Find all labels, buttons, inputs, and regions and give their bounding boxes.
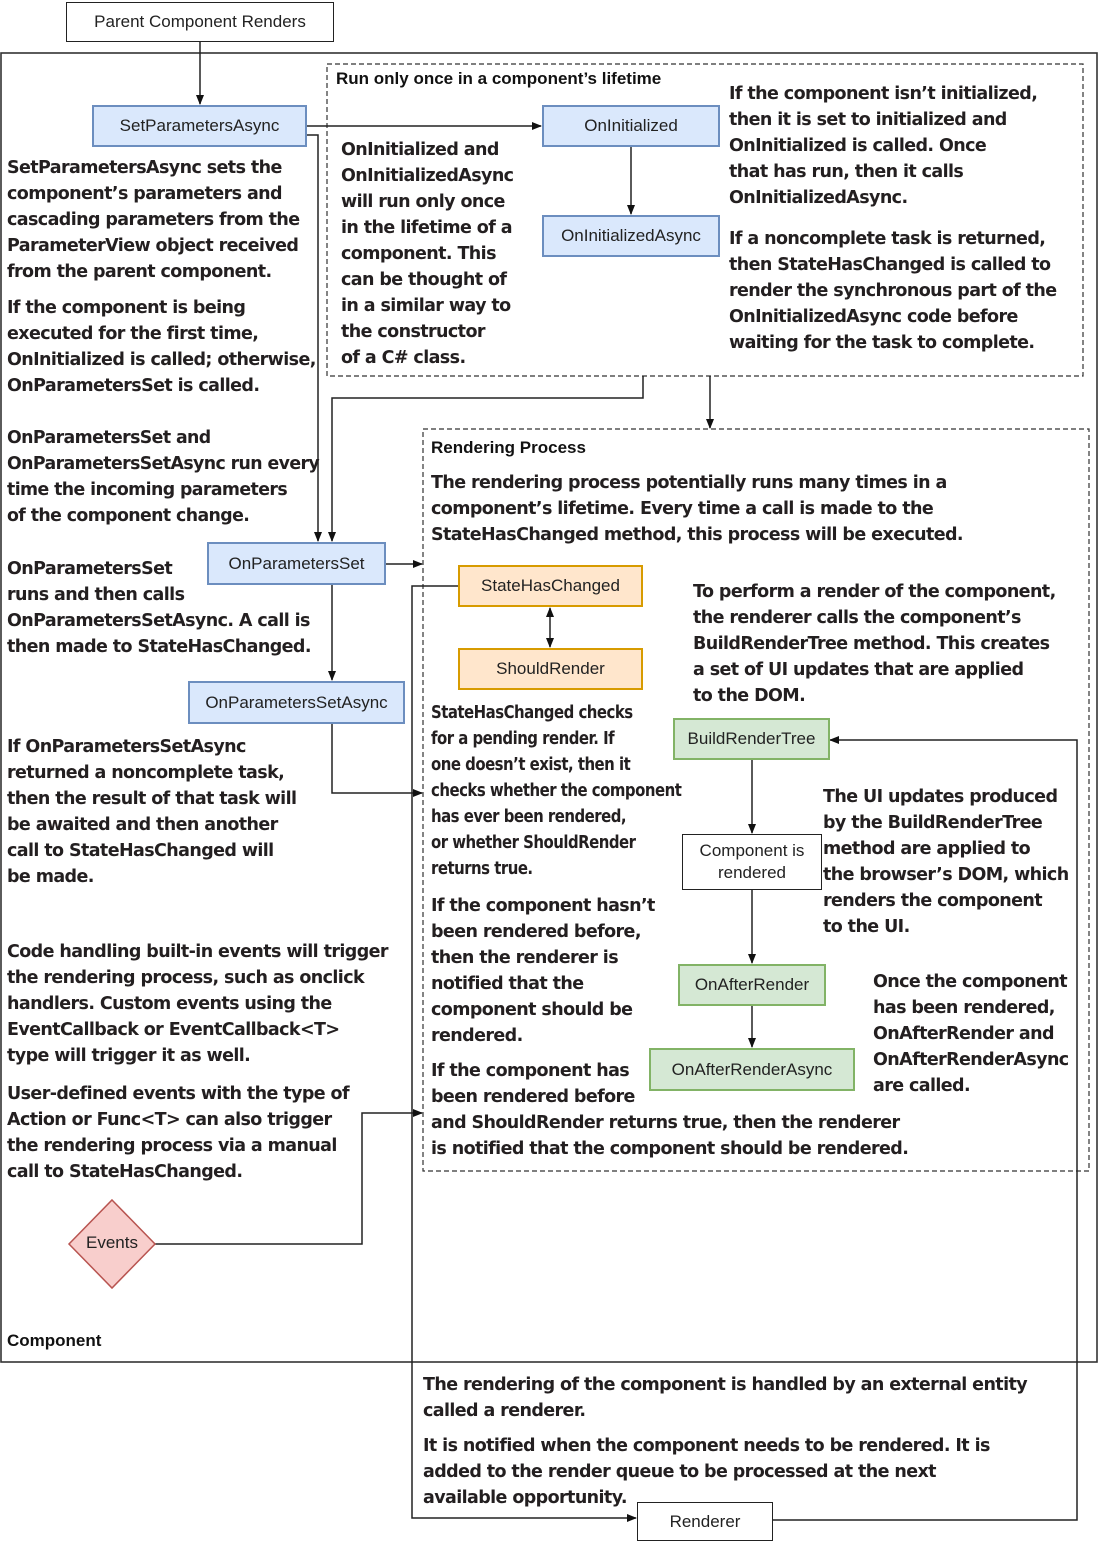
on-parameters-set-async-node[interactable]: OnParametersSetAsync [188, 681, 405, 724]
on-parameters-set-async-label: OnParametersSetAsync [205, 692, 388, 712]
parent-component-renders-label: Parent Component Renders [94, 12, 306, 32]
should-render-node[interactable]: ShouldRender [458, 648, 643, 690]
note-rendering-process-intro: The rendering process potentially runs m… [431, 473, 964, 545]
on-initialized-label: OnInitialized [584, 116, 678, 136]
note-noncomplete-task: If a noncomplete task is returned, then … [729, 229, 1057, 353]
note-perform-render: To perform a render of the component, th… [693, 582, 1056, 706]
on-after-render-label: OnAfterRender [694, 975, 810, 995]
note-not-rendered-before: If the component hasn’t been rendered be… [431, 896, 655, 1046]
parent-component-renders-node[interactable]: Parent Component Renders [66, 2, 334, 42]
note-renderer-external: The rendering of the component is handle… [423, 1375, 1028, 1421]
note-parameters-set-runs: OnParametersSet runs and then calls OnPa… [7, 559, 311, 657]
should-render-label: ShouldRender [496, 659, 605, 679]
note-rendered-before: If the component has been rendered befor… [431, 1061, 909, 1159]
build-render-tree-label: BuildRenderTree [687, 729, 816, 749]
component-is-rendered-node[interactable]: Component is rendered [682, 834, 822, 890]
note-first-time: If the component is being executed for t… [7, 298, 316, 396]
events-label: Events [86, 1233, 138, 1252]
note-run-once-explain: OnInitialized and OnInitializedAsync wil… [341, 140, 514, 368]
state-has-changed-label: StateHasChanged [481, 576, 620, 596]
run-once-group-label: Run only once in a component’s lifetime [336, 69, 662, 88]
note-user-defined-events: User-defined events with the type of Act… [7, 1084, 350, 1182]
note-parameters-set-every-time: OnParametersSet and OnParametersSetAsync… [7, 428, 320, 526]
renderer-label: Renderer [669, 1511, 741, 1531]
set-parameters-async-node[interactable]: SetParametersAsync [92, 105, 307, 147]
note-parameters-set-async-noncomplete: If OnParametersSetAsync returned a nonco… [7, 737, 297, 887]
note-ui-updates: The UI updates produced by the BuildRend… [823, 787, 1069, 937]
on-initialized-node[interactable]: OnInitialized [542, 105, 720, 147]
arrow-onparameterssetasync-to-rendering [331, 724, 423, 797]
component-is-rendered-label: Component is rendered [699, 841, 805, 882]
on-after-render-node[interactable]: OnAfterRender [678, 964, 826, 1006]
on-initialized-async-label: OnInitializedAsync [561, 226, 701, 246]
set-parameters-async-label: SetParametersAsync [119, 116, 280, 136]
component-group-label: Component [7, 1331, 102, 1350]
note-set-parameters-async: SetParametersAsync sets the component’s … [7, 158, 300, 282]
note-renderer-queue: It is notified when the component needs … [423, 1436, 990, 1508]
note-not-initialized: If the component isn’t initialized, then… [729, 84, 1038, 208]
note-state-has-changed-checks: StateHasChanged checks for a pending ren… [431, 703, 682, 879]
note-built-in-events: Code handling built-in events will trigg… [7, 942, 389, 1066]
rendering-process-group-label: Rendering Process [431, 438, 586, 457]
on-initialized-async-node[interactable]: OnInitializedAsync [542, 215, 720, 257]
build-render-tree-node[interactable]: BuildRenderTree [673, 718, 830, 760]
state-has-changed-node[interactable]: StateHasChanged [458, 565, 643, 607]
